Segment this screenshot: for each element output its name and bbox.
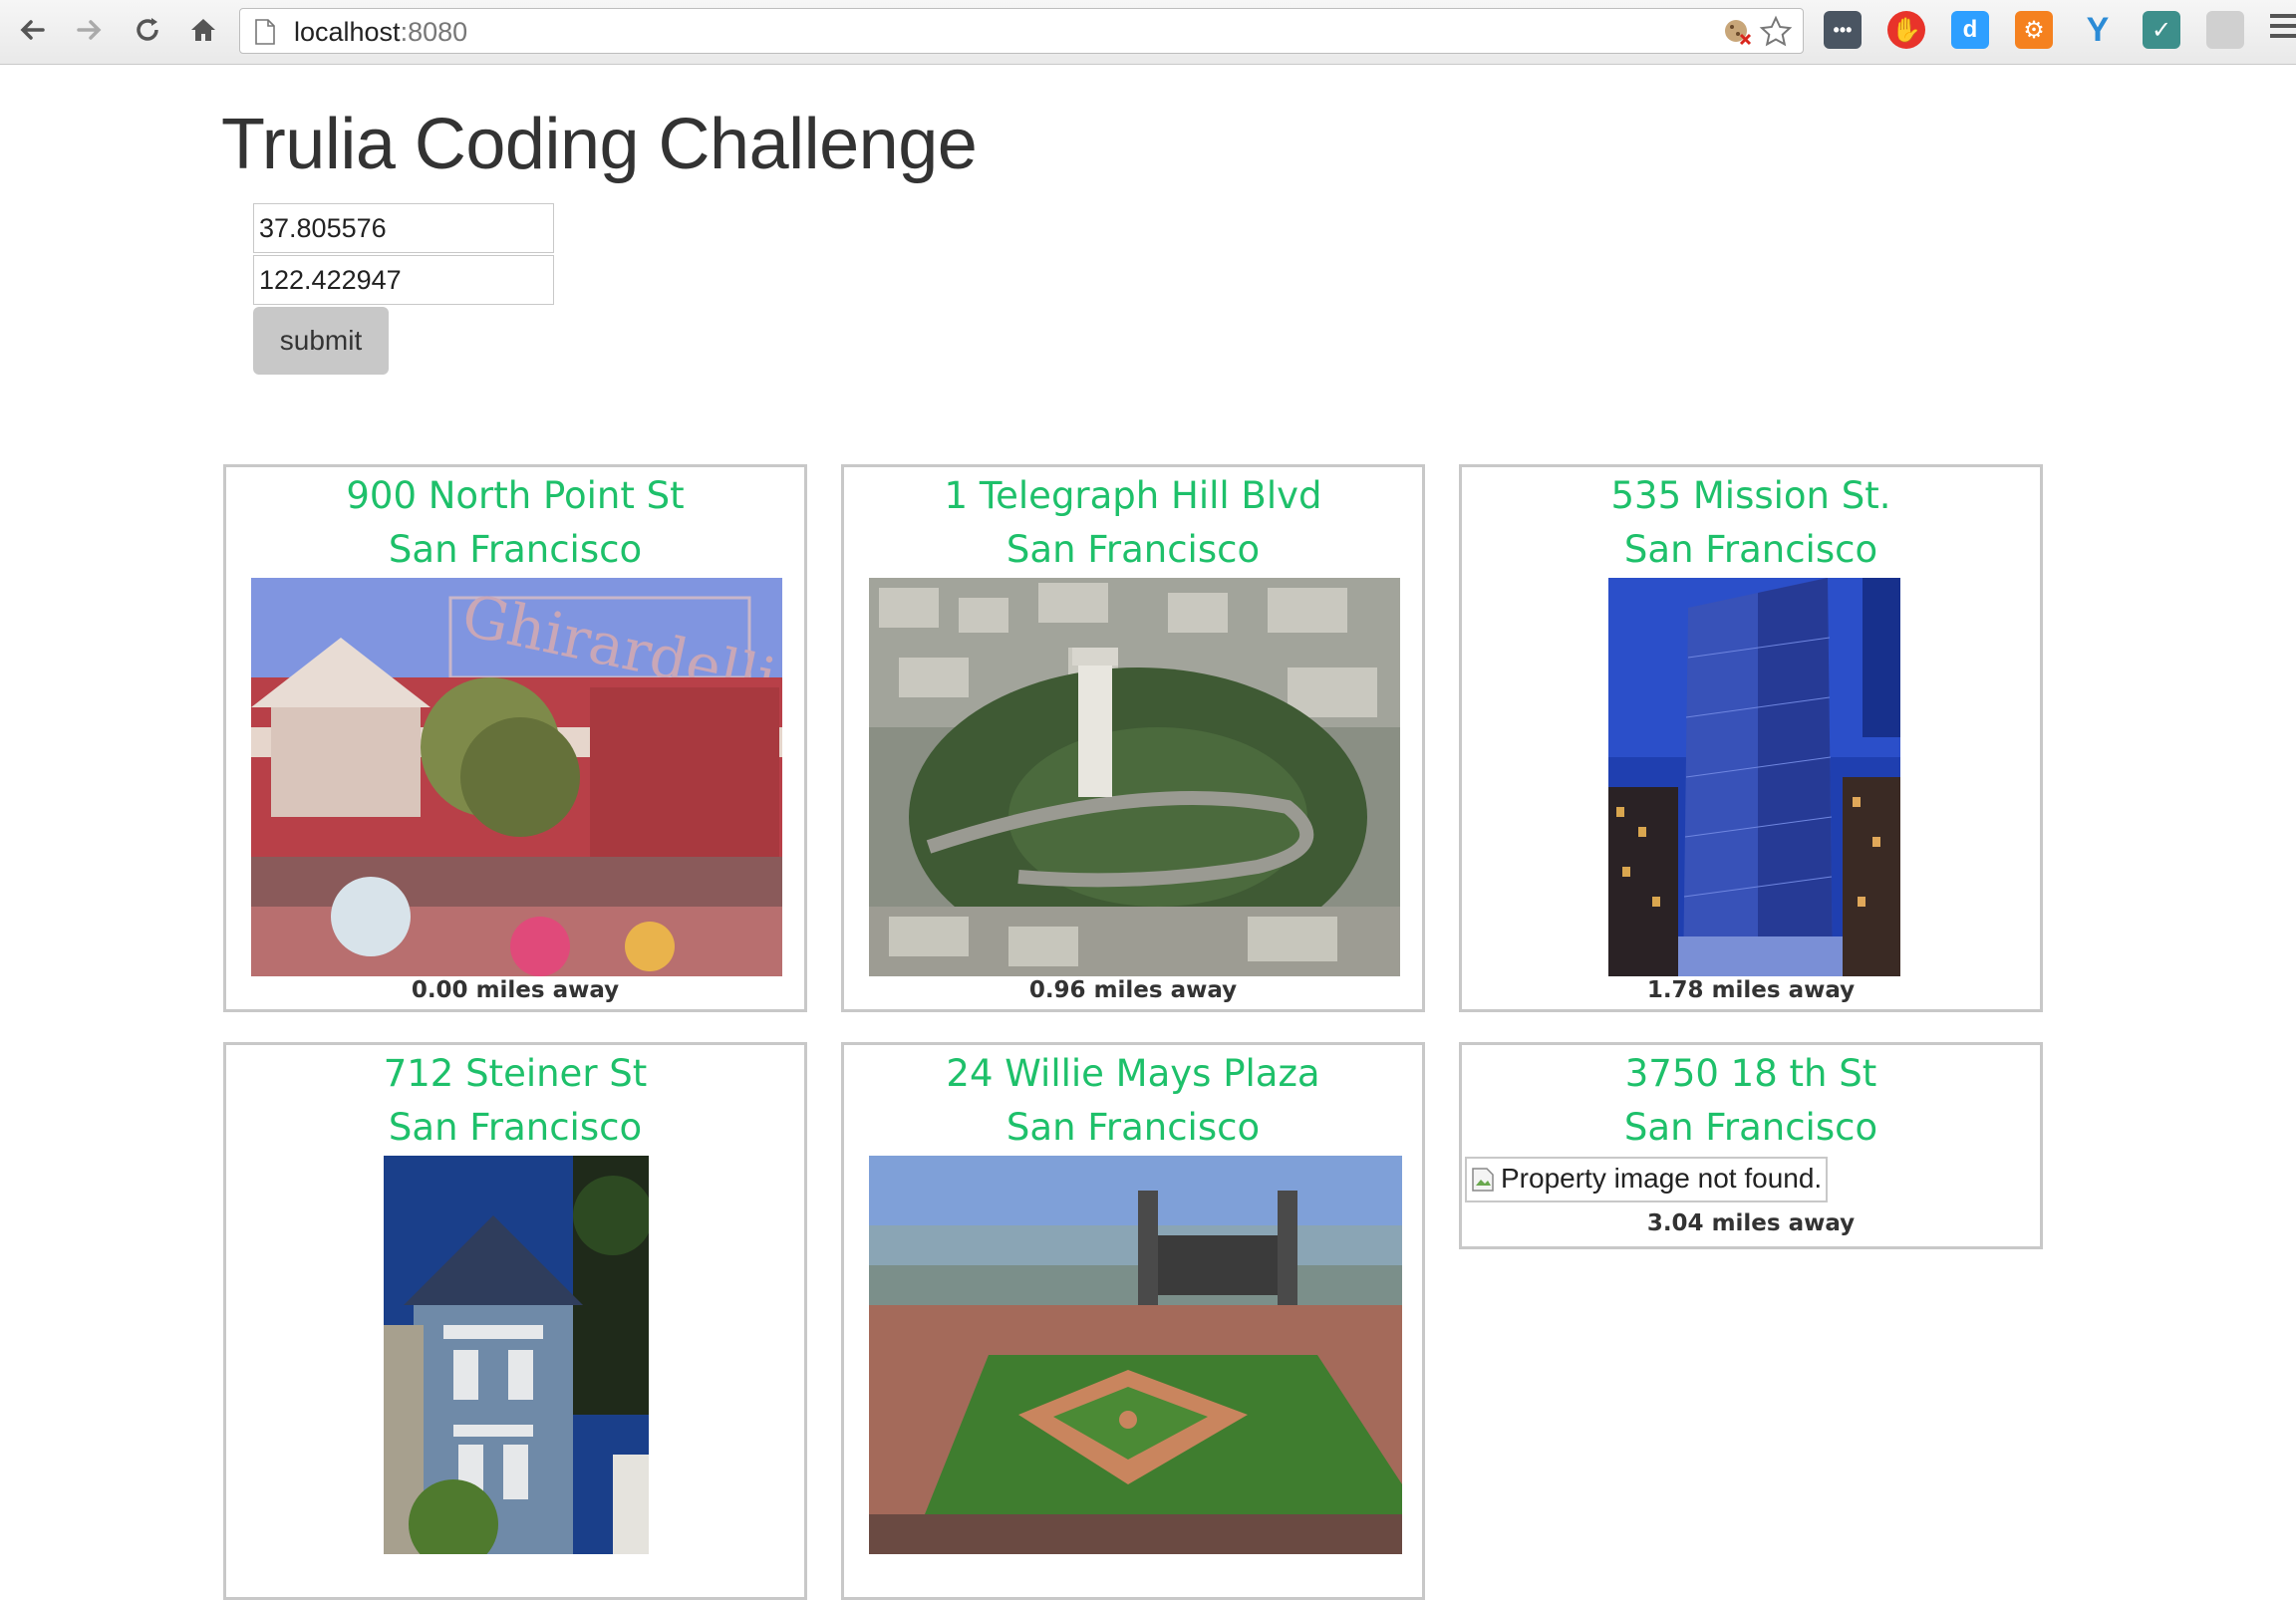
listing-city: San Francisco [1623,528,1878,571]
bookmark-star-icon[interactable] [1759,15,1793,49]
longitude-input[interactable] [253,255,554,305]
page-title: Trulia Coding Challenge [221,105,978,184]
listing-card: 1 Telegraph Hill Blvd San Francisco 0.96… [841,464,1425,1012]
listing-address: 24 Willie Mays Plaza [946,1052,1320,1095]
menu-icon[interactable] [2270,14,2296,44]
broken-image-icon [1472,1168,1494,1192]
ellipsis-extension-icon[interactable]: ••• [1824,11,1862,49]
back-icon[interactable] [10,8,54,52]
image-alt-text: Property image not found. [1501,1163,1823,1194]
url-text: localhost:8080 [294,17,468,47]
adblock-extension-icon[interactable]: ✋ [1887,11,1925,49]
listing-address: 1 Telegraph Hill Blvd [944,474,1322,517]
listing-city: San Francisco [1005,1106,1261,1149]
browser-toolbar: localhost:8080 ••• ✋ d ⚙ Y ✓ [0,0,2296,65]
listing-distance: 0.96 miles away [1028,977,1238,1003]
disqus-extension-icon[interactable]: d [1951,11,1989,49]
listing-card: 24 Willie Mays Plaza San Francisco [841,1042,1425,1600]
listing-address: 3750 18 th St [1624,1052,1877,1095]
listing-city: San Francisco [1005,528,1261,571]
cookie-blocked-icon[interactable] [1723,17,1753,47]
listing-card: 712 Steiner St San Francisco [223,1042,807,1600]
victorian-house-photo [384,1156,649,1554]
forward-icon[interactable] [68,8,112,52]
coit-tower-aerial-photo [869,578,1400,976]
page-icon [255,19,275,45]
listing-distance: 3.04 miles away [1646,1210,1856,1236]
hubspot-extension-icon[interactable]: ⚙ [2015,11,2053,49]
listing-distance: 1.78 miles away [1646,977,1856,1003]
listing-city: San Francisco [388,1106,643,1149]
listing-card: 900 North Point St San Francisco Ghirard… [223,464,807,1012]
listing-card: 3750 18 th St San Francisco Property ima… [1459,1042,2043,1249]
listing-city: San Francisco [388,528,643,571]
ghirardelli-square-photo: Ghirardelli [251,578,782,976]
grey-extension-icon[interactable] [2206,11,2244,49]
listing-card: 535 Mission St. San Francisco 1.78 miles… [1459,464,2043,1012]
submit-button[interactable]: submit [253,307,389,375]
listing-distance: 0.00 miles away [411,977,620,1003]
glass-tower-photo [1608,578,1900,976]
listing-city: San Francisco [1623,1106,1878,1149]
y-extension-icon[interactable]: Y [2079,11,2117,49]
ballpark-photo [869,1156,1402,1554]
listing-address: 712 Steiner St [383,1052,648,1095]
latitude-input[interactable] [253,203,554,253]
property-image-placeholder: Property image not found. [1465,1157,1829,1202]
checklist-extension-icon[interactable]: ✓ [2143,11,2180,49]
reload-icon[interactable] [126,8,169,52]
home-icon[interactable] [181,8,225,52]
listing-address: 900 North Point St [346,474,685,517]
listing-address: 535 Mission St. [1610,474,1891,517]
address-bar[interactable]: localhost:8080 [239,8,1804,54]
